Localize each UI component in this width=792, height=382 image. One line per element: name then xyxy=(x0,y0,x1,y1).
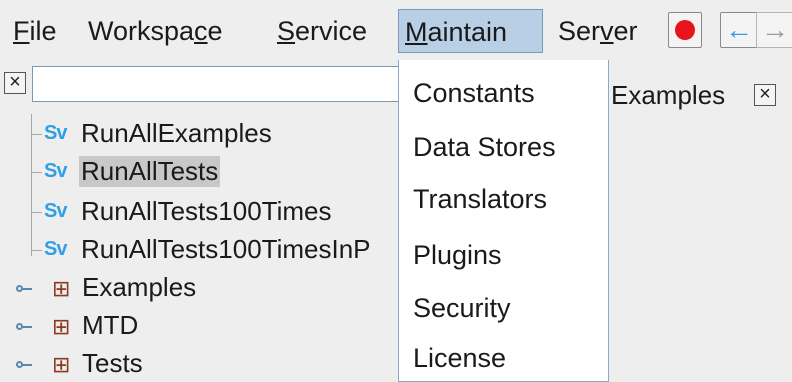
tree-item[interactable]: Sv RunAllTests100Times xyxy=(0,194,400,230)
menu-mnemonic: c xyxy=(194,16,208,46)
tree-item[interactable]: Sv RunAllExamples xyxy=(0,116,400,152)
tree-folder[interactable]: ⊞ MTD xyxy=(0,308,400,344)
tree-item[interactable]: Sv RunAllTests100TimesInP xyxy=(0,232,400,268)
stop-button[interactable] xyxy=(668,12,702,48)
menu-item-translators[interactable]: Translators xyxy=(413,184,547,215)
menu-bar: File Workspace Service Maintain Server ←… xyxy=(0,0,792,60)
tree-connector xyxy=(31,134,42,135)
menu-item-license[interactable]: License xyxy=(413,343,506,374)
maintain-dropdown: Constants Data Stores Translators Plugin… xyxy=(398,60,609,382)
menu-label: ile xyxy=(29,16,57,46)
package-icon: ⊞ xyxy=(52,276,71,301)
expand-handle[interactable] xyxy=(16,284,32,294)
tab-examples[interactable]: Examples xyxy=(611,80,725,111)
menu-maintain[interactable]: Maintain xyxy=(398,9,543,53)
service-icon: Sv xyxy=(44,122,67,144)
expand-stem xyxy=(22,288,32,290)
menu-server[interactable]: Server xyxy=(552,9,644,53)
menu-label: ervice xyxy=(295,16,368,46)
menu-label: er xyxy=(613,16,638,46)
workspace-tree: Sv RunAllExamples Sv RunAllTests Sv RunA… xyxy=(0,110,400,382)
tree-item-selected[interactable]: Sv RunAllTests xyxy=(0,154,400,190)
tree-item-label: RunAllTests100TimesInP xyxy=(81,234,371,264)
back-button[interactable]: ← xyxy=(720,12,758,48)
service-icon: Sv xyxy=(44,238,67,260)
tree-item-label: RunAllTests xyxy=(79,156,221,187)
tree-connector xyxy=(31,212,42,213)
menu-label: Ser xyxy=(558,16,601,46)
service-icon: Sv xyxy=(44,160,67,182)
tree-folder-label: MTD xyxy=(82,310,139,340)
filter-input[interactable] xyxy=(32,66,402,102)
package-icon: ⊞ xyxy=(52,314,71,339)
menu-item-security[interactable]: Security xyxy=(413,293,511,324)
arrow-left-icon: ← xyxy=(725,14,753,45)
menu-mnemonic: S xyxy=(277,16,296,46)
menu-label: aintain xyxy=(427,17,508,47)
tree-folder[interactable]: ⊞ Examples xyxy=(0,270,400,306)
forward-button[interactable]: → xyxy=(756,12,792,48)
service-icon: Sv xyxy=(44,200,67,222)
menu-mnemonic: v xyxy=(600,16,614,46)
stop-icon xyxy=(675,20,695,40)
expand-stem xyxy=(22,364,32,366)
menu-item-plugins[interactable]: Plugins xyxy=(413,240,502,271)
tree-folder-label: Tests xyxy=(82,348,143,378)
menu-mnemonic: F xyxy=(13,16,30,46)
menu-item-data-stores[interactable]: Data Stores xyxy=(413,132,556,163)
package-icon: ⊞ xyxy=(52,352,71,377)
filter-close-button[interactable]: × xyxy=(4,72,26,94)
tab-close-button[interactable]: × xyxy=(754,84,776,106)
menu-item-constants[interactable]: Constants xyxy=(413,78,535,109)
menu-service[interactable]: Service xyxy=(271,9,373,53)
menu-file[interactable]: File xyxy=(7,9,63,53)
menu-mnemonic: M xyxy=(405,17,428,47)
tree-folder[interactable]: ⊞ Tests xyxy=(0,346,400,382)
tree-folder-label: Examples xyxy=(82,272,197,302)
expand-stem xyxy=(22,326,32,328)
menu-label: e xyxy=(207,16,223,46)
arrow-right-icon: → xyxy=(761,14,789,45)
expand-handle[interactable] xyxy=(16,360,32,370)
menu-label: Workspa xyxy=(88,16,195,46)
tree-connector xyxy=(31,250,42,251)
menu-workspace[interactable]: Workspace xyxy=(82,9,229,53)
close-icon: × xyxy=(759,83,771,105)
tree-connector xyxy=(31,172,42,173)
tree-item-label: RunAllExamples xyxy=(81,118,272,148)
tree-item-label: RunAllTests100Times xyxy=(81,196,332,226)
expand-handle[interactable] xyxy=(16,322,32,332)
close-icon: × xyxy=(9,71,21,93)
